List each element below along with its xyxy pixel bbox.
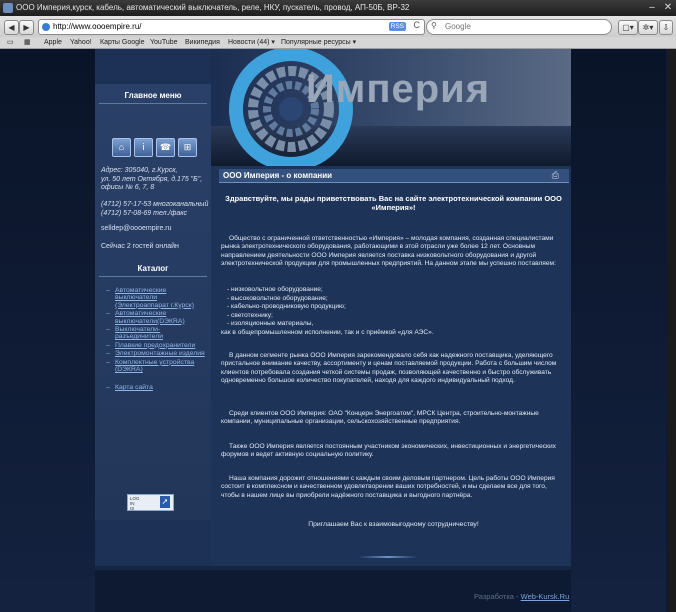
bookmark-news[interactable]: Новости (44) ▾ (228, 37, 275, 48)
catalog-link[interactable]: Автоматические выключатели (Электроаппар… (106, 287, 206, 309)
print-icon[interactable]: ⎙ (552, 170, 559, 181)
paragraph-clients: Среди клиентов ООО Империя: ОАО "Концерн… (221, 410, 566, 427)
phone-line: (4712) 57-17-53 многоканальный (101, 201, 209, 208)
closing-text: Приглашаем Вас к взаимовыгодному сотрудн… (308, 521, 479, 528)
grid-icon[interactable]: ▦ (24, 37, 31, 48)
address-block: Адрес: 305040, г.Курск, ул. 50 лет Октяб… (101, 167, 209, 193)
page-left-margin (0, 49, 95, 612)
phone-line: (4712) 57-08-69 тел./факс (101, 209, 187, 217)
contact-icon[interactable]: ☎ (156, 138, 175, 157)
visitor-counter-badge[interactable]: LOG IN IS ➚ (127, 494, 174, 511)
bookmark-popular[interactable]: Популярные ресурсы ▾ (281, 37, 356, 48)
catalog-link[interactable]: Электромонтажные изделия (106, 350, 206, 358)
product-list: - низковольтное оборудование; - высоково… (221, 286, 566, 337)
main-menu-heading: Главное меню (99, 89, 207, 104)
paragraph-text: Общество с ограниченной ответственностью… (221, 235, 556, 267)
forward-button[interactable]: ▶ (19, 20, 34, 35)
list-item: - светотехнику; (227, 311, 273, 319)
browser-toolbar: ◀ ▶ RSS C ⚲ ▢▾ ✲▾ ⇩ (0, 16, 676, 38)
paragraph-segment: В данном сегменте рынка ООО Империя заре… (221, 352, 566, 385)
url-input[interactable] (53, 21, 373, 32)
paragraph-text: В данном сегменте рынка ООО Империя заре… (221, 352, 557, 384)
search-input[interactable] (445, 21, 595, 32)
developer-link[interactable]: Web-Kursk.Ru (521, 592, 570, 601)
app-icon (3, 3, 13, 13)
bookmark-google-maps[interactable]: Карты Google (100, 37, 144, 48)
footer: Разработка - Web-Kursk.Ru (474, 592, 569, 601)
search-field[interactable]: ⚲ (426, 19, 612, 35)
address-line: офисы № 6, 7, 8 (101, 184, 155, 191)
list-item: - изоляционные материалы, (227, 320, 314, 327)
catalog-heading: Каталог (99, 262, 207, 277)
list-item: - кабельно-проводниковую продукцию; (227, 303, 346, 310)
bookmark-apple[interactable]: Apple (44, 37, 62, 48)
bookmark-youtube[interactable]: YouTube (150, 37, 178, 48)
site-brand-title: Империя (306, 67, 491, 111)
catalog-link[interactable]: Выключатели-разъединители (106, 326, 206, 341)
address-line: Адрес: 305040, г.Курск, (101, 167, 178, 174)
online-counter-text: Сейчас 2 гостей онлайн (101, 243, 179, 250)
download-button[interactable]: ⇩ (659, 20, 673, 35)
page-scrollbar[interactable] (668, 49, 676, 612)
home-icon[interactable]: ⌂ (112, 138, 131, 157)
search-icon: ⚲ (431, 21, 437, 30)
paragraph-forums: Также ООО Империя является постоянным уч… (221, 443, 566, 460)
catalog-list: Автоматические выключатели (Электроаппар… (106, 287, 206, 374)
bookmark-wikipedia[interactable]: Википедия (185, 37, 220, 48)
minimize-icon[interactable]: – (644, 0, 660, 16)
paragraph-text: Наша компания дорожит отношениями с кажд… (221, 475, 555, 499)
footer-label: Разработка - (474, 592, 521, 601)
catalog-link[interactable]: Автоматические выключатели(DЭКRА) (106, 310, 206, 325)
paragraph-text: Также ООО Империя является постоянным уч… (221, 443, 556, 459)
reload-icon[interactable]: C (414, 20, 421, 30)
greeting-heading: Здравствуйте, мы рады приветствовать Вас… (225, 194, 562, 212)
site-favicon-icon (42, 23, 50, 31)
catalog-link[interactable]: Плавкие предохранители (106, 342, 206, 350)
email-text: selldep@oooempire.ru (101, 225, 172, 232)
paragraph-text: Среди клиентов ООО Империя: ОАО "Концерн… (221, 410, 539, 426)
site-header: Империя (211, 49, 571, 166)
paragraph-intro: Общество с ограниченной ответственностью… (221, 235, 566, 268)
back-button[interactable]: ◀ (4, 20, 19, 35)
info-icon[interactable]: ⅰ (134, 138, 153, 157)
rss-button[interactable]: RSS (388, 22, 406, 31)
settings-menu-button[interactable]: ✲▾ (638, 20, 658, 35)
sitemap-icon[interactable]: ⊞ (178, 138, 197, 157)
page-menu-button[interactable]: ▢▾ (618, 20, 638, 35)
counter-line: IS (130, 506, 135, 511)
list-tail: как в общепромышленном исполнении, так и… (221, 328, 434, 336)
site-bottom-strip (95, 566, 571, 570)
arrow-up-right-icon: ➚ (160, 496, 170, 508)
counter-label: LOG IN IS (130, 496, 140, 511)
close-icon[interactable]: ✕ (660, 0, 676, 16)
bookmark-yahoo[interactable]: Yahoo! (70, 37, 92, 48)
address-line: ул. 50 лет Октября, д.175 "Б", (101, 175, 203, 183)
address-bar[interactable]: RSS C (38, 19, 425, 35)
content-title-bar: ООО Империя - о компании ⎙ (219, 169, 569, 183)
list-item: - низковольтное оборудование; (227, 286, 323, 293)
bookmarks-bar: ▭ ▦ Apple Yahoo! Карты Google YouTube Ви… (0, 37, 676, 49)
sitemap-link[interactable]: Карта сайта (106, 384, 206, 391)
window-titlebar: ООО Империя,курск, кабель, автоматически… (0, 0, 676, 16)
window-title: ООО Империя,курск, кабель, автоматически… (16, 3, 410, 12)
page-right-margin (571, 49, 666, 612)
page-title: ООО Империя - о компании (223, 171, 333, 180)
quick-icons: ⌂ ⅰ ☎ ⊞ (112, 138, 197, 157)
catalog-link[interactable]: Комплектные устройства (DЭКRА) (106, 359, 206, 374)
phones-block: (4712) 57-17-53 многоканальный (4712) 57… (101, 201, 209, 218)
book-icon[interactable]: ▭ (7, 37, 14, 48)
paragraph-partners: Наша компания дорожит отношениями с кажд… (221, 475, 566, 500)
content-divider (358, 556, 418, 558)
list-item: - высоковольтное оборудование; (227, 294, 328, 302)
